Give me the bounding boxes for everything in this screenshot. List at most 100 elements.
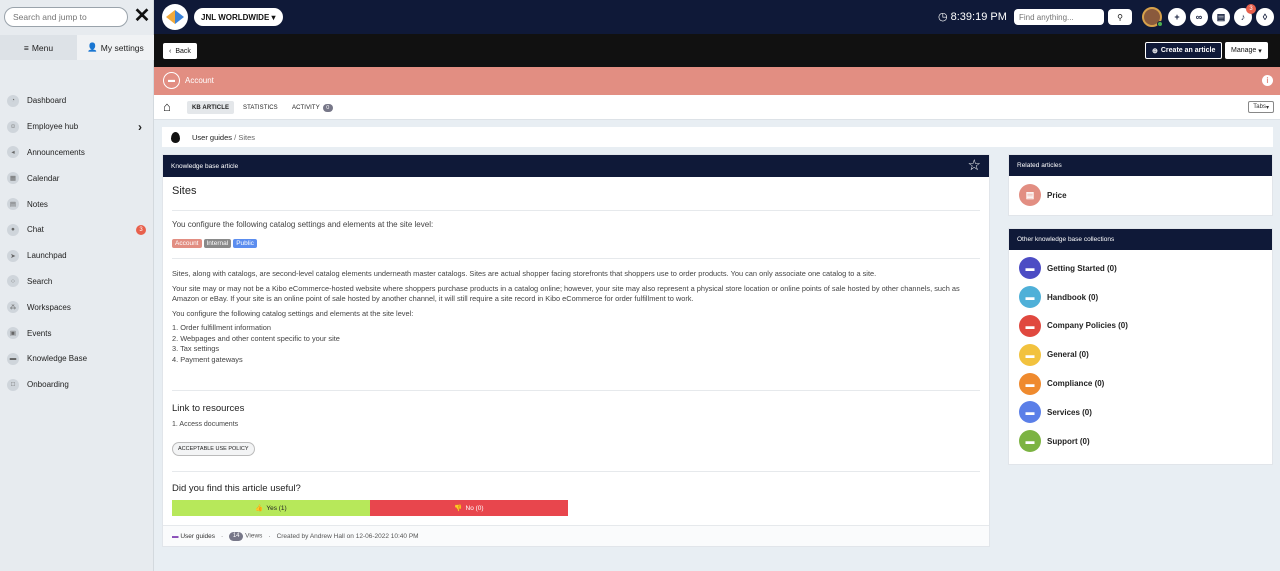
folder-icon: ▬ xyxy=(1019,401,1041,424)
folder-icon: ▬ xyxy=(172,532,179,540)
note-icon: ▤ xyxy=(7,198,19,211)
related-article-item[interactable]: ▤ Price xyxy=(1009,176,1272,214)
sidebar-item-onboarding[interactable]: □ Onboarding xyxy=(0,372,154,398)
create-article-button[interactable]: ⊕ Create an article xyxy=(1145,42,1223,59)
article-tags: Account Internal Public xyxy=(172,239,257,248)
created-info: Created by Andrew Hall on 12-06-2022 10:… xyxy=(276,532,419,540)
list-item: 1. Order fulfillment information xyxy=(172,323,271,332)
star-icon[interactable]: ☆ xyxy=(968,158,981,173)
article-card: Knowledge base article ☆ Sites You confi… xyxy=(162,154,990,547)
links-button[interactable]: ∞ xyxy=(1190,8,1208,26)
collections-list: ▬ Getting Started (0) ▬ Handbook (0) ▬ Comp… xyxy=(1009,250,1272,456)
event-icon: ▣ xyxy=(7,327,19,340)
article-paragraph: Sites, along with catalogs, are second-l… xyxy=(172,269,877,278)
caret-down-icon: ▾ xyxy=(1265,104,1269,111)
context-bar: ▬ Account i xyxy=(154,67,1280,95)
folder-icon: ▬ xyxy=(1019,314,1041,337)
context-title: Account xyxy=(185,76,214,85)
top-header: JNL WORLDWIDE ▾ ◷8:39:19 PM ⚲ + ∞ ▤ ♪ 3 … xyxy=(154,0,1280,34)
back-button[interactable]: ‹ Back xyxy=(163,43,197,59)
speedometer-icon: ◔ xyxy=(7,94,19,107)
chevron-right-icon: › xyxy=(138,119,142,134)
sidebar-nav: ◔ Dashboard ☺ Employee hub › ◂ Announcements… xyxy=(0,88,154,398)
document-icon: ▤ xyxy=(1019,184,1041,206)
clock-icon: ◷ xyxy=(938,11,948,23)
notification-badge: 3 xyxy=(1246,4,1256,14)
sidebar-item-employee-hub[interactable]: ☺ Employee hub › xyxy=(0,114,154,140)
tab-menu[interactable]: ≡ Menu xyxy=(0,35,77,60)
tabs-dropdown[interactable]: Tabs ▾ xyxy=(1248,101,1274,113)
sidebar-item-search[interactable]: ○ Search xyxy=(0,269,154,295)
breadcrumb-user-guides[interactable]: User guides xyxy=(192,133,232,142)
clock: ◷ 8:39:19 PM xyxy=(938,10,1007,24)
plus-circle-icon: ⊕ xyxy=(1152,47,1158,55)
sidebar-search-input[interactable] xyxy=(4,7,128,27)
article-paragraph: You configure the following catalog sett… xyxy=(172,308,414,318)
sidebar-item-calendar[interactable]: ▦ Calendar xyxy=(0,165,154,191)
tab-activity[interactable]: ACTIVITY 0 xyxy=(287,101,338,114)
acceptable-use-policy-button[interactable]: ACCEPTABLE USE POLICY xyxy=(172,442,255,456)
menu-icon: ≡ xyxy=(23,42,29,53)
close-icon[interactable]: ✕ xyxy=(133,4,151,28)
collection-item-compliance[interactable]: ▬ Compliance (0) xyxy=(1009,369,1272,398)
tab-statistics[interactable]: STATISTICS xyxy=(238,101,283,114)
megaphone-icon: ◂ xyxy=(7,146,19,159)
tips-button[interactable]: ◊ xyxy=(1256,8,1274,26)
tab-kb-article[interactable]: KB ARTICLE xyxy=(187,101,235,114)
sidebar-item-notes[interactable]: ▤ Notes xyxy=(0,191,154,217)
org-switcher[interactable]: JNL WORLDWIDE ▾ xyxy=(194,8,283,26)
article-body: Sites, along with catalogs, are second-l… xyxy=(172,269,982,365)
vote-yes-button[interactable]: 👍 Yes (1) xyxy=(172,500,370,516)
tag-public[interactable]: Public xyxy=(233,239,257,248)
collection-item-support[interactable]: ▬ Support (0) xyxy=(1009,427,1272,456)
add-button[interactable]: + xyxy=(1168,8,1186,26)
views-count: 14 Views xyxy=(229,531,262,541)
article-list: 1. Order fulfillment information 2. Webp… xyxy=(172,323,982,365)
tag-internal[interactable]: Internal xyxy=(203,239,232,248)
manage-button[interactable]: Manage ▾ xyxy=(1225,42,1268,59)
user-settings-icon: 👤 xyxy=(87,42,98,52)
apps-button[interactable]: ▤ xyxy=(1212,8,1230,26)
info-icon[interactable]: i xyxy=(1262,75,1273,86)
footer-collection-link[interactable]: ▬ User guides xyxy=(172,533,215,540)
sidebar-item-chat[interactable]: ● Chat 3 xyxy=(0,217,154,243)
collection-item-company-policies[interactable]: ▬ Company Policies (0) xyxy=(1009,312,1272,341)
global-search-input[interactable] xyxy=(1014,9,1104,25)
article-lead: You configure the following catalog sett… xyxy=(172,220,434,229)
list-item: 3. Tax settings xyxy=(172,344,220,353)
useful-title: Did you find this article useful? xyxy=(172,483,301,494)
rocket-icon: ➤ xyxy=(7,249,19,262)
collection-item-services[interactable]: ▬ Services (0) xyxy=(1009,398,1272,427)
action-bar: ‹ Back ⊕ Create an article Manage ▾ xyxy=(154,34,1280,67)
collection-item-handbook[interactable]: ▬ Handbook (0) xyxy=(1009,283,1272,312)
sidebar-item-knowledge-base[interactable]: ▬ Knowledge Base xyxy=(0,346,154,372)
resource-item: 1. Access documents xyxy=(172,421,239,428)
search-icon: ○ xyxy=(7,275,19,288)
home-icon[interactable]: ⌂ xyxy=(163,100,171,114)
collection-item-getting-started[interactable]: ▬ Getting Started (0) xyxy=(1009,254,1272,283)
chat-icon: ● xyxy=(7,223,19,236)
tab-my-settings[interactable]: 👤 My settings xyxy=(77,35,154,60)
divider xyxy=(172,390,980,391)
search-button[interactable]: ⚲ xyxy=(1108,9,1132,25)
calendar-icon: ▦ xyxy=(7,172,19,185)
tag-account[interactable]: Account xyxy=(172,239,202,248)
sidebar-item-events[interactable]: ▣ Events xyxy=(0,320,154,346)
map-pin-icon xyxy=(171,131,180,143)
monitor-icon: □ xyxy=(7,378,19,391)
sidebar-item-dashboard[interactable]: ◔ Dashboard xyxy=(0,88,154,114)
company-logo[interactable] xyxy=(162,4,188,30)
sidebar-item-launchpad[interactable]: ➤ Launchpad xyxy=(0,243,154,269)
folder-icon: ▬ xyxy=(1019,372,1041,395)
folder-icon: ▬ xyxy=(1019,430,1041,453)
related-articles-card: Related articles ▤ Price xyxy=(1008,154,1273,216)
sidebar-item-workspaces[interactable]: ⁂ Workspaces xyxy=(0,294,154,320)
article-paragraph: Your site may or may not be a Kibo eComm… xyxy=(172,283,960,304)
sidebar-item-announcements[interactable]: ◂ Announcements xyxy=(0,140,154,166)
chevron-left-icon: ‹ xyxy=(169,47,172,55)
collection-item-general[interactable]: ▬ General (0) xyxy=(1009,340,1272,369)
vote-no-button[interactable]: 👎 No (0) xyxy=(370,500,568,516)
folder-icon: ▬ xyxy=(1019,257,1041,280)
group-icon: ⁂ xyxy=(7,301,19,314)
plus-icon: + xyxy=(1174,12,1180,22)
